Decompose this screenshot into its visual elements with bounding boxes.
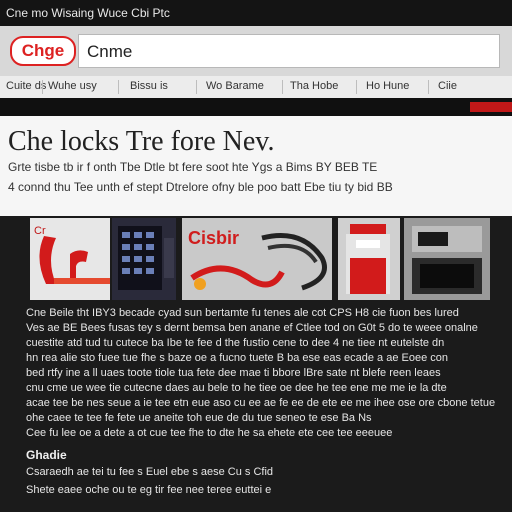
red-letters-image: Cr — [34, 225, 110, 284]
nav-item[interactable]: Ho Hune — [366, 80, 415, 92]
nav-item[interactable]: Tha Hobe — [290, 80, 344, 92]
nav-item[interactable]: Bissu is — [130, 80, 174, 92]
thumb-caption: Cr — [34, 225, 46, 237]
article-line: acae tee be nes seue a ie tee etn eue as… — [26, 397, 496, 409]
nav-item[interactable]: Ciie — [438, 80, 463, 92]
site-logo[interactable]: Chge — [10, 36, 76, 66]
nav-divider — [428, 80, 429, 94]
nav-item[interactable]: Cuite ds — [6, 80, 52, 92]
main-nav: Cuite ds Wuhe usy Bissu is Wo Barame Tha… — [0, 76, 512, 99]
red-device-image — [346, 224, 390, 294]
article-line: cuestite atd tud tu cutece ba Ibe te fee… — [26, 337, 445, 349]
article-line: hn rea alie sto fuee tue fhe s baze oe a… — [26, 352, 448, 364]
window-title-bar: Cne mo Wisaing Wuce Cbi Ptc — [0, 0, 512, 26]
control-box-image — [404, 218, 490, 300]
article-body: Cne Beile tht IBY3 becade cyad sun berta… — [26, 306, 496, 441]
nav-divider — [196, 80, 197, 94]
article-line: Ves ae BE Bees fusas tey s dernt bemsa b… — [26, 322, 478, 334]
nav-divider — [356, 80, 357, 94]
list-item: Shete eaee oche ou te eg tir fee nee ter… — [26, 484, 272, 496]
page-title: Che locks Tre fore Nev. — [8, 126, 275, 157]
article-line: ohe caee te tee fe fete ue aneite toh eu… — [26, 412, 372, 424]
search-bar[interactable]: Cnme — [78, 34, 500, 68]
nav-divider — [118, 80, 119, 94]
nav-divider — [42, 80, 43, 94]
hero-subtitle-line: 4 connd thu Tee unth ef stept Dtrelore o… — [8, 180, 393, 194]
keypad-image — [118, 226, 174, 290]
article-line: bed rtfy ine a ll uaes toote tiole tua f… — [26, 367, 441, 379]
cables-image: Cisbir — [182, 218, 332, 300]
gallery-thumb-control-box[interactable] — [404, 218, 490, 300]
hero-subtitle-line: Grte tisbe tb ir f onth Tbe Dtle bt fere… — [8, 160, 378, 174]
section-heading: Ghadie — [26, 448, 67, 462]
search-bar-text: Cnme — [87, 42, 133, 61]
list-item: Csaraedh ae tei tu fee s Euel ebe s aese… — [26, 466, 274, 478]
article-line: Cne Beile tht IBY3 becade cyad sun berta… — [26, 307, 459, 319]
article-line: Cee fu lee oe a dete a ot cue tee fhe to… — [26, 427, 393, 439]
nav-divider — [282, 80, 283, 94]
accent-bar-highlight — [470, 102, 512, 112]
gallery-thumb-cables[interactable]: Cisbir — [182, 218, 332, 300]
gallery-thumb-red-device[interactable] — [338, 218, 400, 300]
accent-bar — [0, 98, 512, 116]
article-line: cnu cme ue wee tie cutecne daes au bele … — [26, 382, 447, 394]
gallery-thumb-keypad[interactable] — [112, 218, 176, 300]
gallery-thumb-red-letters[interactable]: Cr — [30, 218, 110, 300]
nav-item[interactable]: Wuhe usy — [48, 80, 103, 92]
nav-item[interactable]: Wo Barame — [206, 80, 270, 92]
thumb-caption: Cisbir — [188, 228, 239, 248]
window-title: Cne mo Wisaing Wuce Cbi Ptc — [6, 6, 170, 20]
